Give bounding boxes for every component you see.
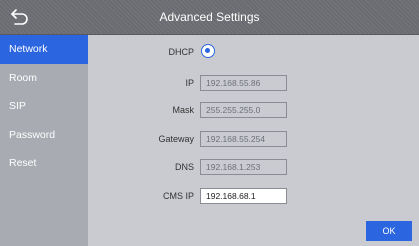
ok-button[interactable]: OK xyxy=(366,221,412,241)
cms-ip-label: CMS IP xyxy=(162,191,194,201)
dns-label: DNS xyxy=(174,162,194,172)
dns-field[interactable]: 192.168.1.253 xyxy=(200,159,287,175)
dhcp-row: DHCP xyxy=(88,44,419,64)
sidebar-item-room[interactable]: Room xyxy=(0,64,88,93)
page-title: Advanced Settings xyxy=(159,10,260,24)
sidebar-item-network[interactable]: Network xyxy=(0,35,88,64)
ip-field[interactable]: 192.168.55.86 xyxy=(200,75,287,91)
network-settings-form: DHCP IP 192.168.55.86 Mask 255.255.255.0… xyxy=(88,35,419,246)
dhcp-label: DHCP xyxy=(168,47,194,57)
mask-row: Mask 255.255.255.0 xyxy=(88,102,419,120)
ip-label: IP xyxy=(185,78,194,88)
gateway-row: Gateway 192.168.55.254 xyxy=(88,131,419,149)
dns-row: DNS 192.168.1.253 xyxy=(88,159,419,177)
sidebar-item-reset[interactable]: Reset xyxy=(0,149,88,178)
sidebar-item-sip[interactable]: SIP xyxy=(0,92,88,121)
cms-ip-row: CMS IP 192.168.68.1 xyxy=(88,188,419,206)
mask-field[interactable]: 255.255.255.0 xyxy=(200,102,287,118)
header-bar: Advanced Settings xyxy=(0,0,419,35)
gateway-field[interactable]: 192.168.55.254 xyxy=(200,131,287,147)
sidebar-item-password[interactable]: Password xyxy=(0,121,88,150)
ip-row: IP 192.168.55.86 xyxy=(88,75,419,93)
gateway-label: Gateway xyxy=(158,134,194,144)
sidebar: Network Room SIP Password Reset xyxy=(0,35,88,246)
cms-ip-field[interactable]: 192.168.68.1 xyxy=(200,188,287,204)
mask-label: Mask xyxy=(172,105,194,115)
advanced-settings-screen: Advanced Settings Network Room SIP Passw… xyxy=(0,0,419,246)
dhcp-radio[interactable] xyxy=(201,44,215,58)
